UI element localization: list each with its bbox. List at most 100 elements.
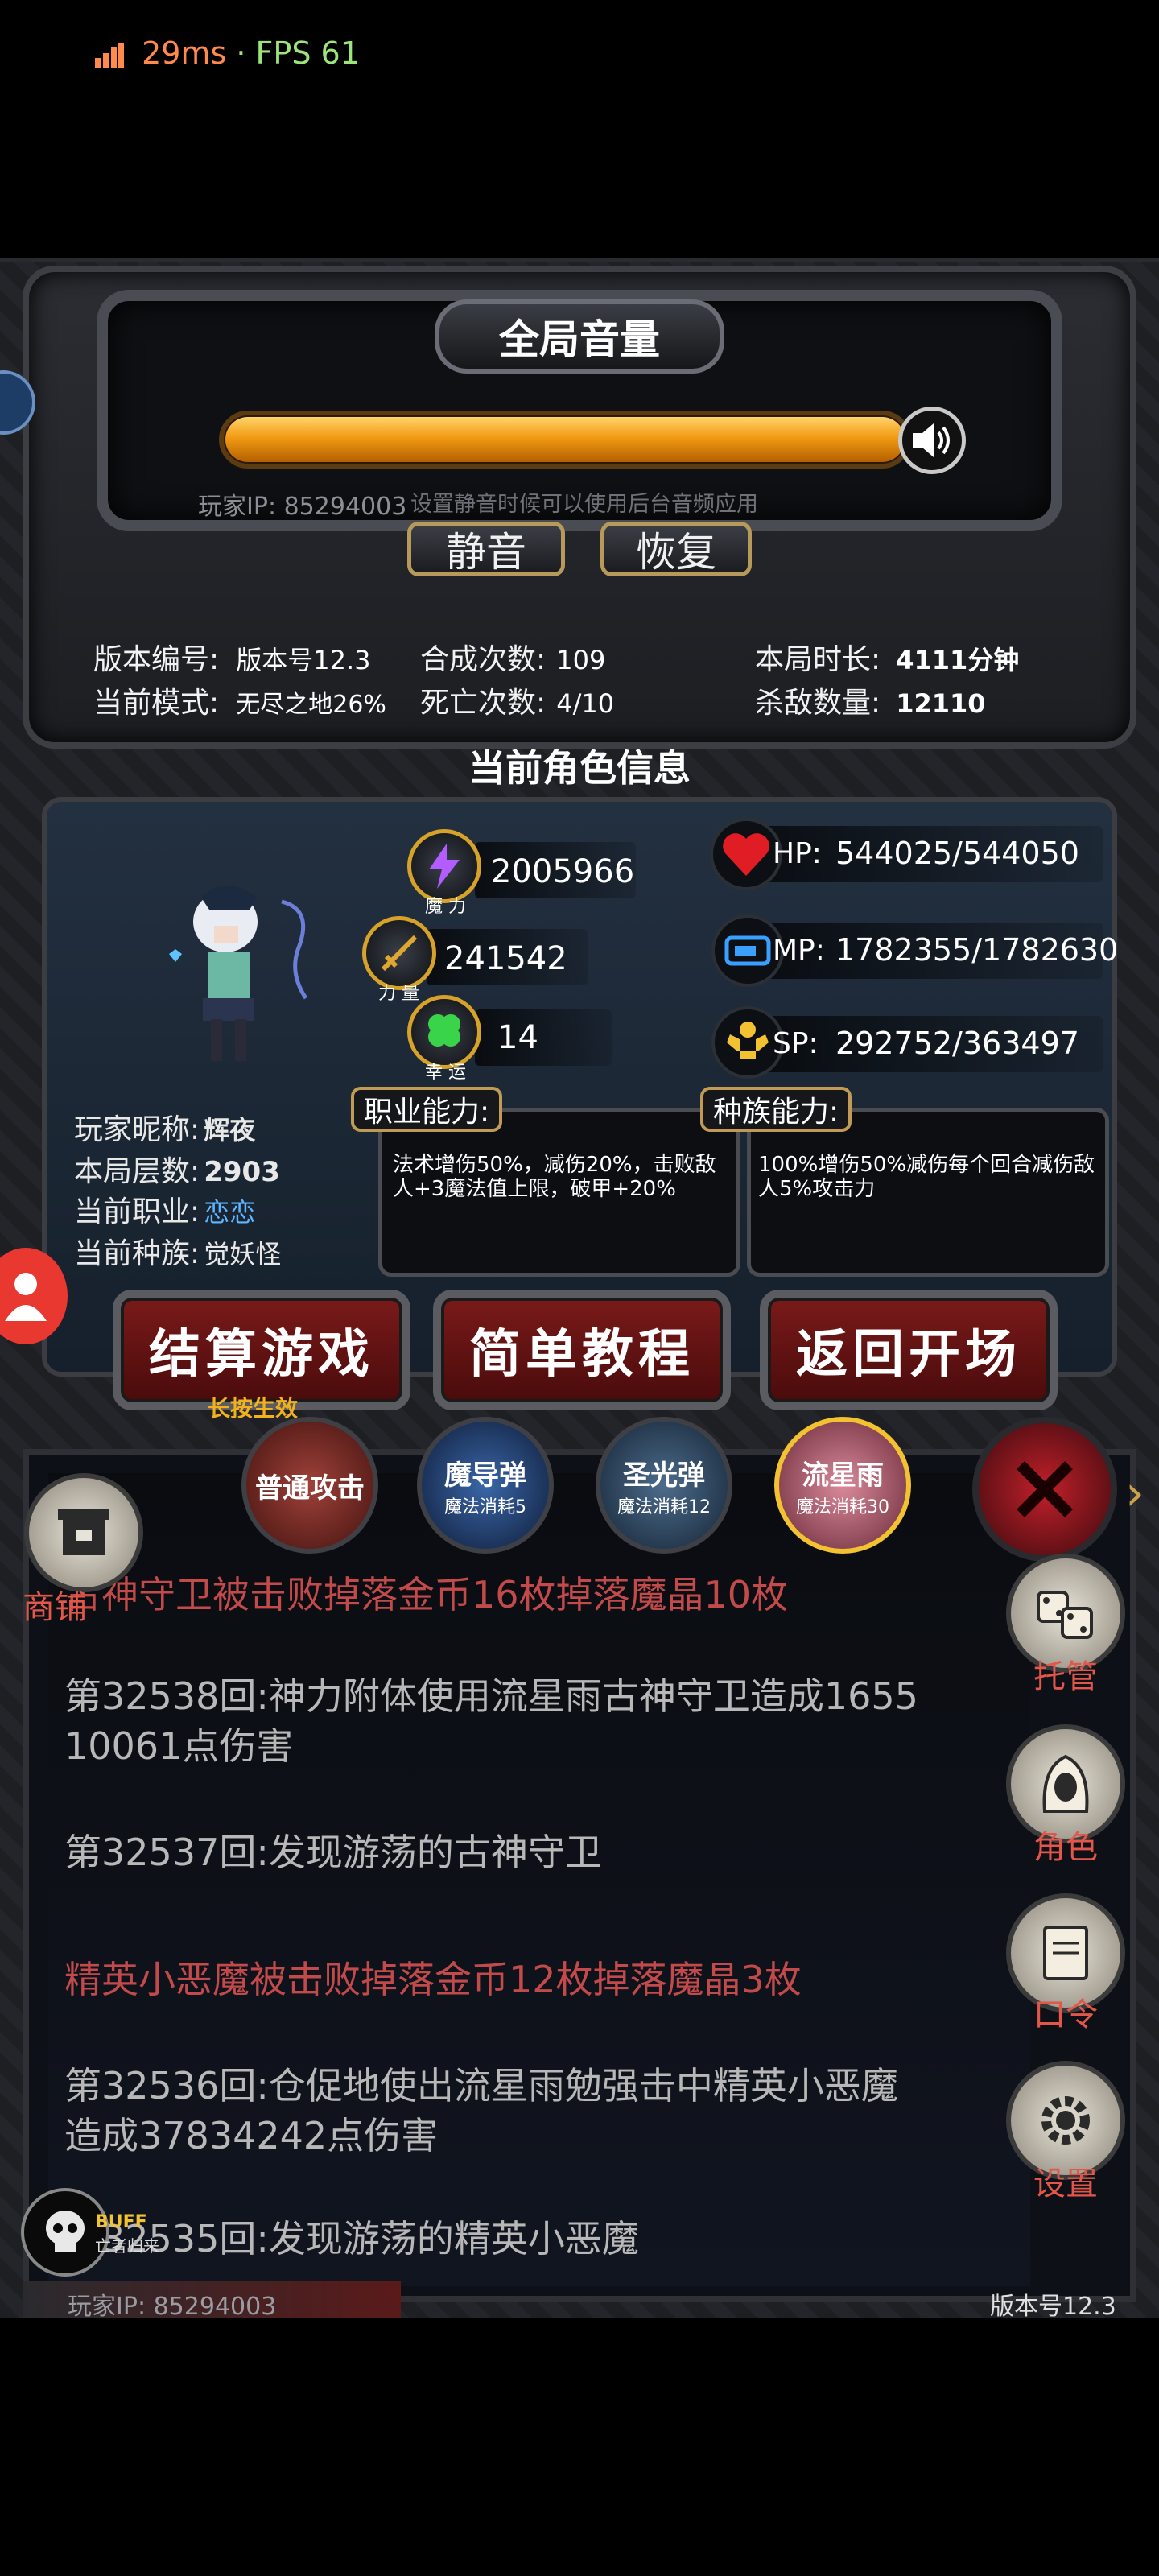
skill-meteor[interactable]: 流星雨 魔法消耗30 <box>774 1417 911 1554</box>
hp-badge <box>710 818 782 890</box>
sp-value: 292752/363497 <box>835 1026 1079 1061</box>
nickname-value: 辉夜 <box>204 1115 256 1146</box>
craft-label: 合成次数: <box>420 643 547 676</box>
buff-badge[interactable] <box>21 2188 109 2277</box>
back-to-start-button[interactable]: 返回开场 <box>760 1290 1058 1410</box>
skull-icon <box>46 2211 85 2252</box>
race-row: 当前种族: 觉妖怪 <box>74 1230 281 1272</box>
log-entry: 第32535回:发现游荡的精英小恶魔 <box>64 2217 639 2260</box>
skill-cost: 魔法消耗12 <box>617 1496 711 1517</box>
buff-name: 亡者归来 <box>95 2236 159 2256</box>
mode-value: 无尽之地26% <box>236 691 386 719</box>
mode-label: 当前模式: <box>93 687 220 720</box>
footer-ip-value: 85294003 <box>153 2293 277 2321</box>
duration-value: 4111分钟 <box>896 645 1020 675</box>
footer-ip-label: 玩家IP: <box>68 2293 146 2321</box>
code-label: 口令 <box>1033 1996 1098 2033</box>
skill-cost: 魔法消耗5 <box>444 1496 526 1517</box>
log-entry: 精英小恶魔被击败掉落金币12枚掉落魔晶3枚 <box>64 1958 802 2001</box>
duration-row: 本局时长: 4111分钟 <box>755 636 1019 678</box>
tutorial-button[interactable]: 简单教程 <box>433 1290 731 1410</box>
hp-label: HP: <box>773 837 822 870</box>
power-value: 241542 <box>444 940 567 977</box>
fps-text: FPS 61 <box>255 35 360 71</box>
footer-version: 版本号12.3 <box>990 2293 1116 2321</box>
speaker-button[interactable] <box>898 407 966 474</box>
buff-label: BUFF <box>95 2212 147 2232</box>
clover-icon <box>428 1014 460 1046</box>
close-battle-button[interactable] <box>972 1417 1117 1562</box>
mute-hint: 设置静音时候可以使用后台音频应用 <box>410 492 758 517</box>
user-icon <box>5 1273 47 1321</box>
skill-name: 普通攻击 <box>255 1472 365 1505</box>
floor-row: 本局层数: 2903 <box>74 1148 280 1190</box>
signal-icon <box>95 43 124 68</box>
hp-value: 544025/544050 <box>835 836 1079 871</box>
nickname-label: 玩家昵称: <box>74 1113 200 1146</box>
gear-icon <box>1041 2096 1090 2145</box>
log-entry: 10061点伤害 <box>64 1724 294 1768</box>
settings-label: 设置 <box>1033 2165 1098 2202</box>
lightning-icon <box>429 844 460 889</box>
mode-row: 当前模式: 无尽之地26% <box>93 679 386 721</box>
luck-value: 14 <box>497 1019 538 1056</box>
character-section-title: 当前角色信息 <box>468 746 691 790</box>
restore-button[interactable]: 恢复 <box>600 522 752 576</box>
floor-label: 本局层数: <box>74 1155 200 1188</box>
version-value: 版本号12.3 <box>236 645 371 675</box>
log-entry: 古神守卫被击败掉落金币16枚掉落魔晶10枚 <box>64 1573 789 1616</box>
volume-title: 全局音量 <box>435 299 724 374</box>
mute-button[interactable]: 静音 <box>407 522 565 576</box>
luck-row-bg <box>475 1009 612 1066</box>
hood-icon <box>1042 1754 1089 1813</box>
shop-label: 商铺 <box>23 1589 87 1626</box>
skill-magic-missile[interactable]: 魔导弹 魔法消耗5 <box>417 1417 554 1554</box>
ip-label: 玩家IP: <box>198 493 277 521</box>
shop-icon <box>58 1509 109 1555</box>
role-label: 角色 <box>1033 1829 1098 1866</box>
volume-player-ip: 玩家IP: 85294003 <box>198 486 406 522</box>
volume-slider-fill[interactable] <box>225 417 905 462</box>
settle-hint: 长按生效 <box>208 1395 299 1422</box>
skill-cost: 魔法消耗30 <box>796 1496 889 1517</box>
skill-name: 魔导弹 <box>444 1459 526 1492</box>
latency-text: 29ms <box>142 35 227 71</box>
footer-ip: 玩家IP: 85294003 <box>68 2286 276 2322</box>
book-icon <box>1043 1926 1088 1980</box>
floor-value: 2903 <box>204 1156 280 1188</box>
log-entry: 第32538回:神力附体使用流星雨古神守卫造成1655 <box>64 1674 918 1718</box>
skill-name: 流星雨 <box>802 1459 884 1492</box>
luck-caption: 幸 运 <box>425 1063 466 1083</box>
heart-icon <box>723 833 769 876</box>
craft-value: 109 <box>556 645 606 675</box>
skill-name: 圣光弹 <box>623 1459 705 1492</box>
duration-label: 本局时长: <box>755 643 881 676</box>
shop-button[interactable] <box>24 1473 143 1592</box>
race-value: 觉妖怪 <box>204 1239 282 1269</box>
character-avatar <box>161 877 338 1079</box>
version-row: 版本编号: 版本号12.3 <box>93 636 371 678</box>
chevron-right-icon[interactable]: › <box>1125 1465 1145 1521</box>
log-entry: 第32537回:发现游荡的古神守卫 <box>64 1831 602 1874</box>
job-ability-tag: 职业能力: <box>351 1087 503 1132</box>
log-entry: 造成37834242点伤害 <box>64 2114 439 2157</box>
race-ability-text: 100%增伤50%减伤每个回合减伤敌人5%攻击力 <box>758 1153 1095 1201</box>
craft-row: 合成次数: 109 <box>420 636 605 678</box>
magic-caption: 魔 力 <box>425 897 466 917</box>
mp-value: 1782355/1782630 <box>835 932 1119 968</box>
auto-label: 托管 <box>1033 1658 1098 1695</box>
kills-label: 杀敌数量: <box>755 687 881 720</box>
kills-row: 杀敌数量: 12110 <box>755 679 986 721</box>
skill-holy-bolt[interactable]: 圣光弹 魔法消耗12 <box>596 1417 732 1554</box>
death-label: 死亡次数: <box>420 687 547 720</box>
power-caption: 力 量 <box>378 984 419 1004</box>
job-ability-text: 法术增伤50%，减伤20%，击败敌人+3魔法值上限，破甲+20% <box>393 1153 716 1201</box>
skill-normal-attack[interactable]: 普通攻击 <box>241 1417 378 1554</box>
close-icon <box>1017 1461 1073 1517</box>
separator-dot: · <box>236 35 246 71</box>
status-bar: 29ms · FPS 61 <box>95 35 360 71</box>
ip-value: 85294003 <box>283 493 407 521</box>
potion-icon <box>724 935 771 966</box>
speaker-icon <box>913 423 950 457</box>
death-value: 4/10 <box>556 688 615 719</box>
